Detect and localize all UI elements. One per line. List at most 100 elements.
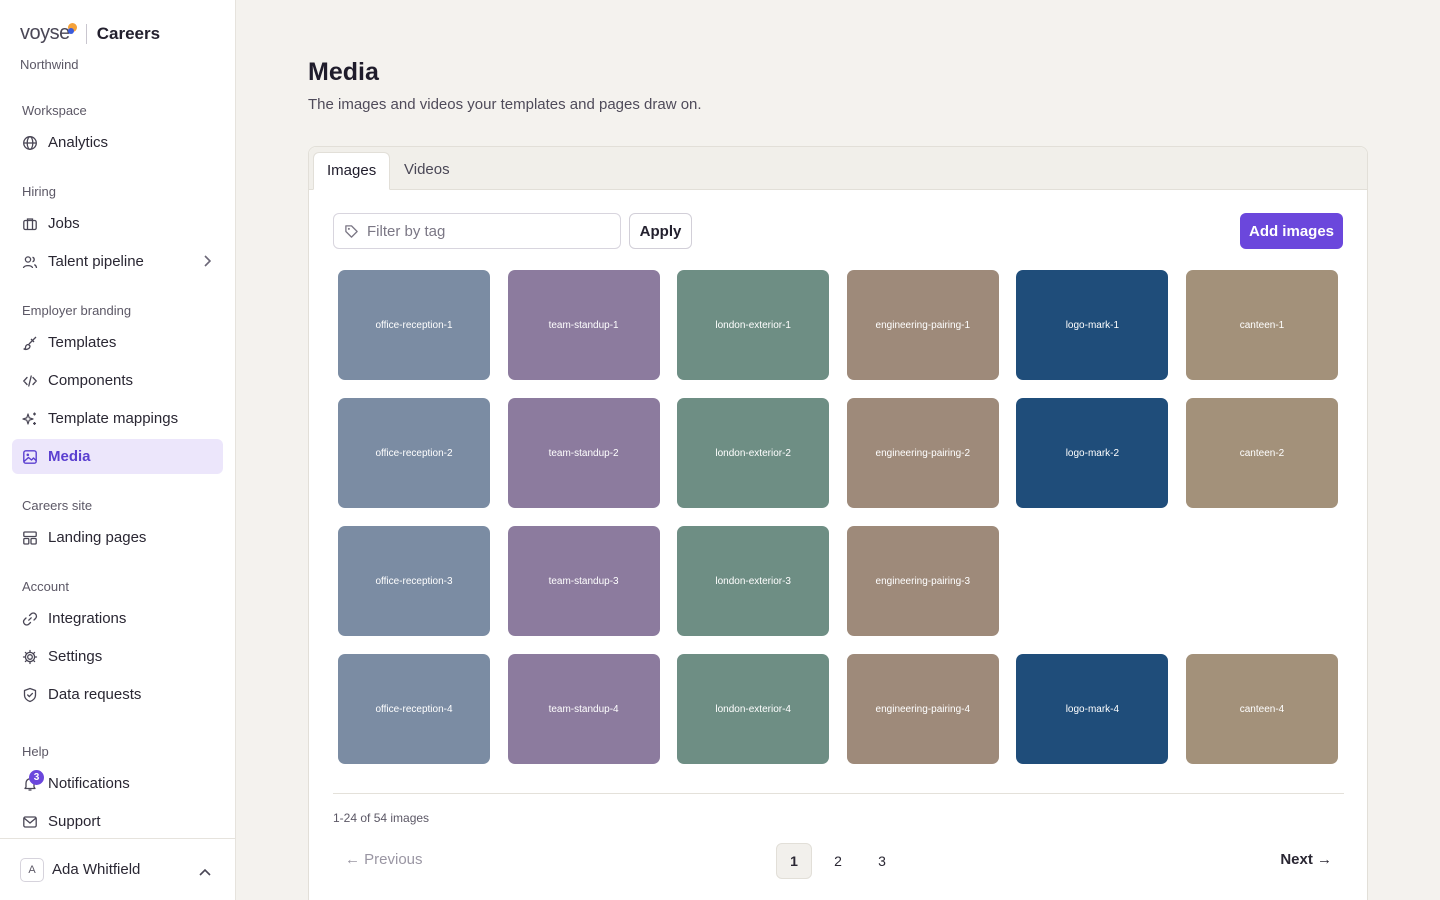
- apply-button[interactable]: Apply: [629, 213, 692, 249]
- nav-section-title: Careers site: [22, 498, 93, 513]
- nav-section-account: Account Integrations Settings Data requests: [12, 577, 223, 712]
- results-count: 1-24 of 54 images: [333, 811, 430, 825]
- media-tile[interactable]: london-exterior-1: [677, 270, 830, 380]
- page-numbers: 123: [776, 843, 908, 879]
- logo-dot-icon: [67, 28, 74, 34]
- sidebar-item-label: Settings: [48, 648, 103, 665]
- sidebar-item-data-requests[interactable]: Data requests: [12, 677, 223, 712]
- media-tile[interactable]: office-reception-1: [338, 270, 490, 380]
- media-tile[interactable]: canteen-2: [1186, 398, 1338, 508]
- media-tile[interactable]: engineering-pairing-2: [846, 398, 999, 508]
- add-images-button[interactable]: Add images: [1240, 213, 1343, 249]
- nav-section-help: Help 3 Notifications Support: [12, 742, 223, 839]
- media-tile[interactable]: engineering-pairing-1: [846, 270, 999, 380]
- user-menu[interactable]: A Ada Whitfield: [0, 838, 235, 900]
- tag-icon: [344, 224, 359, 239]
- media-tile[interactable]: canteen-1: [1186, 270, 1338, 380]
- users-icon: [22, 254, 38, 270]
- sidebar-item-jobs[interactable]: Jobs: [12, 206, 223, 241]
- sidebar-item-talent-pipeline[interactable]: Talent pipeline: [12, 244, 223, 279]
- sidebar-item-label: Media: [48, 448, 91, 465]
- divider: [333, 793, 1344, 794]
- media-tile[interactable]: london-exterior-4: [677, 654, 830, 764]
- sidebar-item-label: Jobs: [48, 215, 80, 232]
- mail-icon: [22, 814, 38, 830]
- sidebar-item-settings[interactable]: Settings: [12, 639, 223, 674]
- media-tile[interactable]: engineering-pairing-3: [846, 526, 999, 636]
- page-2-button[interactable]: 2: [820, 843, 856, 879]
- media-tile[interactable]: team-standup-4: [507, 654, 660, 764]
- nav-section-title: Help: [22, 744, 49, 759]
- tab-videos[interactable]: Videos: [391, 152, 463, 190]
- sidebar-item-templates[interactable]: Templates: [12, 325, 223, 360]
- sidebar-item-support[interactable]: Support: [12, 804, 223, 839]
- sidebar-item-components[interactable]: Components: [12, 363, 223, 398]
- chevron-up-icon: [199, 863, 211, 881]
- sidebar-item-label: Talent pipeline: [48, 253, 144, 270]
- gear-icon: [22, 649, 38, 665]
- sidebar-item-label: Landing pages: [48, 529, 147, 546]
- media-tile[interactable]: office-reception-3: [338, 526, 490, 636]
- media-tile[interactable]: logo-mark-1: [1016, 270, 1169, 380]
- shield-icon: [22, 687, 38, 703]
- nav-section-title: Employer branding: [22, 303, 132, 318]
- media-tile[interactable]: team-standup-1: [507, 270, 660, 380]
- nav-section-employer-branding: Employer branding Templates Components Temp…: [12, 301, 223, 474]
- media-tile[interactable]: team-standup-3: [507, 526, 660, 636]
- briefcase-icon: [22, 216, 38, 232]
- sidebar-item-template-mappings[interactable]: Template mappings: [12, 401, 223, 436]
- sidebar: voyse Careers Northwind Workspace Analyti…: [0, 0, 236, 900]
- media-tile[interactable]: london-exterior-2: [677, 398, 830, 508]
- org-name: Northwind: [20, 57, 79, 72]
- user-name: Ada Whitfield: [52, 861, 141, 878]
- media-tile[interactable]: office-reception-2: [338, 398, 490, 508]
- sidebar-nav: Workspace Analytics Hiring Jobs Talent pipel…: [12, 101, 223, 861]
- sidebar-item-label: Components: [48, 372, 134, 389]
- nav-section-careers-site: Careers site Landing pages: [12, 496, 223, 555]
- sidebar-item-label: Integrations: [48, 610, 127, 627]
- tab-images[interactable]: Images: [313, 152, 391, 190]
- avatar: A: [20, 857, 44, 882]
- previous-button[interactable]: ← Previous: [345, 851, 423, 868]
- brand-divider: [85, 23, 87, 44]
- nav-section-title: Hiring: [22, 184, 56, 199]
- media-tile[interactable]: logo-mark-4: [1016, 654, 1169, 764]
- media-panel: Images Videos Apply Add images office-re…: [308, 146, 1368, 900]
- sidebar-item-media[interactable]: Media: [12, 439, 223, 474]
- sidebar-item-label: Templates: [48, 334, 117, 351]
- sidebar-item-label: Data requests: [48, 686, 142, 703]
- brand[interactable]: voyse Careers: [20, 22, 160, 45]
- next-button[interactable]: Next →: [1280, 851, 1332, 868]
- media-tile[interactable]: team-standup-2: [507, 398, 660, 508]
- sidebar-item-integrations[interactable]: Integrations: [12, 601, 223, 636]
- chevron-right-icon: [203, 254, 212, 271]
- sidebar-item-notifications[interactable]: 3 Notifications: [12, 766, 223, 801]
- nav-section-hiring: Hiring Jobs Talent pipeline: [12, 182, 223, 279]
- nav-section-title: Workspace: [22, 103, 87, 118]
- sidebar-item-label: Analytics: [48, 134, 109, 151]
- link-icon: [22, 611, 38, 627]
- sidebar-item-label: Notifications: [48, 775, 130, 792]
- media-tile[interactable]: london-exterior-3: [677, 526, 830, 636]
- media-tile[interactable]: logo-mark-2: [1016, 398, 1169, 508]
- brand-logo: voyse: [20, 22, 77, 45]
- sparkle-icon: [22, 411, 38, 427]
- image-icon: [22, 449, 38, 465]
- sidebar-item-label: Support: [48, 813, 101, 830]
- nav-section-title: Account: [22, 579, 69, 594]
- page-1-button[interactable]: 1: [776, 843, 812, 879]
- globe-icon: [22, 135, 38, 151]
- brand-product: Careers: [96, 23, 161, 43]
- layout-icon: [22, 530, 38, 546]
- tag-filter: [333, 213, 621, 249]
- tab-bar: Images Videos: [309, 147, 1367, 190]
- sidebar-item-landing-pages[interactable]: Landing pages: [12, 520, 223, 555]
- page-3-button[interactable]: 3: [864, 843, 900, 879]
- media-tile[interactable]: engineering-pairing-4: [846, 654, 999, 764]
- sidebar-item-analytics[interactable]: Analytics: [12, 125, 223, 160]
- media-tile[interactable]: canteen-4: [1186, 654, 1338, 764]
- media-tile[interactable]: office-reception-4: [338, 654, 490, 764]
- page-title: Media: [308, 58, 379, 86]
- filter-input[interactable]: [367, 222, 607, 240]
- page-subtitle: The images and videos your templates and…: [308, 96, 702, 113]
